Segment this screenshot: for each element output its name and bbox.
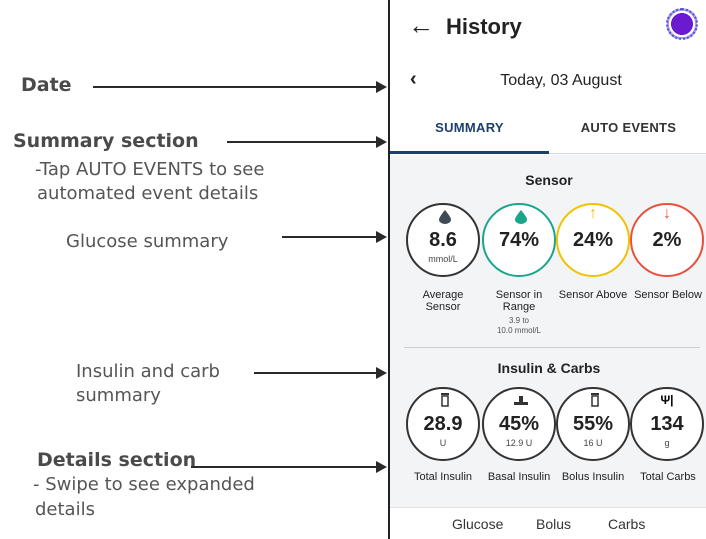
average-sensor-circle[interactable]: 8.6 mmol/L [406, 203, 480, 277]
summary-content: Sensor 8.6 mmol/L 74% ↑ 24% ↓ 2% Average… [390, 155, 706, 539]
annotation-glucose-arrow [282, 236, 377, 238]
annotation-glucose: Glucose summary [66, 231, 229, 252]
annotation-summary-line2: automated event details [37, 183, 259, 204]
tab-bar: SUMMARY AUTO EVENTS [390, 108, 706, 154]
app-bar: ← History [390, 0, 706, 56]
section-divider [404, 347, 700, 348]
annotation-glucose-arrowhead [376, 231, 387, 243]
annotation-summary-line1: -Tap AUTO EVENTS to see [35, 159, 265, 180]
tab-summary[interactable]: SUMMARY [390, 108, 549, 154]
basal-insulin-circle[interactable]: 45% 12.9 U [482, 387, 556, 461]
arrow-left-icon[interactable]: ← [408, 10, 434, 41]
basal-insulin-label: Basal Insulin [487, 471, 551, 483]
insulin-section-title: Insulin & Carbs [497, 360, 601, 376]
annotation-insulin-arrow [254, 372, 377, 374]
annotation-details-line2: details [35, 499, 95, 520]
average-sensor-label: Average Sensor [403, 289, 483, 313]
annotation-summary-title: Summary section [13, 130, 199, 152]
basal-icon [514, 396, 528, 405]
details-section[interactable]: Glucose Bolus Carbs [390, 508, 706, 539]
bolus-insulin-value: 55% [572, 413, 614, 435]
profile-icon[interactable] [666, 8, 698, 40]
drop-icon [515, 210, 527, 224]
average-sensor-label-line2: Sensor [425, 301, 461, 313]
annotation-date-arrow [93, 86, 377, 88]
arrow-up-icon: ↑ [589, 205, 597, 222]
sensor-in-range-target-line1: 3.9 to [508, 316, 529, 325]
annotation-details-line1: - Swipe to see expanded [33, 474, 255, 495]
sensor-above-value: 24% [572, 229, 614, 251]
details-column-glucose[interactable]: Glucose [452, 516, 503, 532]
sensor-in-range-value: 74% [498, 229, 540, 251]
annotation-details-arrow [191, 466, 377, 468]
fork-knife-icon: Ψ| [660, 393, 674, 407]
sensor-section-title: Sensor [525, 172, 573, 188]
bolus-insulin-label: Bolus Insulin [561, 471, 625, 483]
average-sensor-value: 8.6 [429, 229, 457, 251]
vial-icon [591, 393, 599, 407]
total-carbs-value: 134 [650, 413, 684, 435]
total-carbs-circle[interactable]: Ψ| 134 g [630, 387, 704, 461]
annotation-insulin-line2: summary [76, 385, 161, 406]
page-title: History [446, 14, 522, 39]
sensor-below-label: Sensor Below [634, 289, 702, 301]
total-insulin-unit: U [439, 438, 447, 448]
annotation-summary-arrow [227, 141, 377, 143]
arrow-down-icon: ↓ [663, 205, 671, 222]
tab-auto-events[interactable]: AUTO EVENTS [549, 108, 706, 154]
sensor-in-range-label: Sensor in Range [479, 289, 559, 313]
bolus-insulin-units: 16 U [583, 438, 603, 448]
details-column-bolus[interactable]: Bolus [536, 516, 571, 532]
date-navigator: ‹ Today, 03 August [390, 62, 706, 102]
sensor-above-label: Sensor Above [558, 289, 628, 301]
total-insulin-circle[interactable]: 28.9 U [406, 387, 480, 461]
sensor-in-range-target-line2: 10.0 mmol/L [496, 326, 542, 335]
sensor-in-range-target: 3.9 to 10.0 mmol/L [479, 316, 559, 336]
annotation-date-arrowhead [376, 81, 387, 93]
details-column-carbs[interactable]: Carbs [608, 516, 645, 532]
sensor-below-circle[interactable]: ↓ 2% [630, 203, 704, 277]
vial-icon [441, 393, 449, 407]
sensor-in-range-label-line2: Range [502, 301, 536, 313]
annotation-insulin-arrowhead [376, 367, 387, 379]
annotation-details-arrowhead [376, 461, 387, 473]
basal-insulin-units: 12.9 U [505, 438, 533, 448]
date-label: Today, 03 August [500, 72, 622, 89]
total-carbs-unit: g [664, 438, 670, 448]
annotation-details-title: Details section [37, 449, 197, 471]
basal-insulin-value: 45% [498, 413, 540, 435]
sensor-in-range-circle[interactable]: 74% [482, 203, 556, 277]
annotation-summary-arrowhead [376, 136, 387, 148]
average-sensor-unit: mmol/L [428, 254, 458, 264]
bolus-insulin-circle[interactable]: 55% 16 U [556, 387, 630, 461]
drop-icon [439, 210, 451, 224]
sensor-above-circle[interactable]: ↑ 24% [556, 203, 630, 277]
phone-screen: ← History ‹ Today, 03 August SUMMARY AUT… [388, 0, 706, 539]
average-sensor-label-line1: Average [422, 289, 464, 301]
total-carbs-label: Total Carbs [640, 471, 696, 483]
sensor-below-value: 2% [652, 229, 682, 251]
total-insulin-label: Total Insulin [413, 471, 473, 483]
annotation-insulin-line1: Insulin and carb [76, 361, 220, 382]
total-insulin-value: 28.9 [423, 413, 463, 435]
annotation-date-title: Date [21, 74, 72, 96]
sensor-in-range-label-line1: Sensor in [495, 289, 543, 301]
